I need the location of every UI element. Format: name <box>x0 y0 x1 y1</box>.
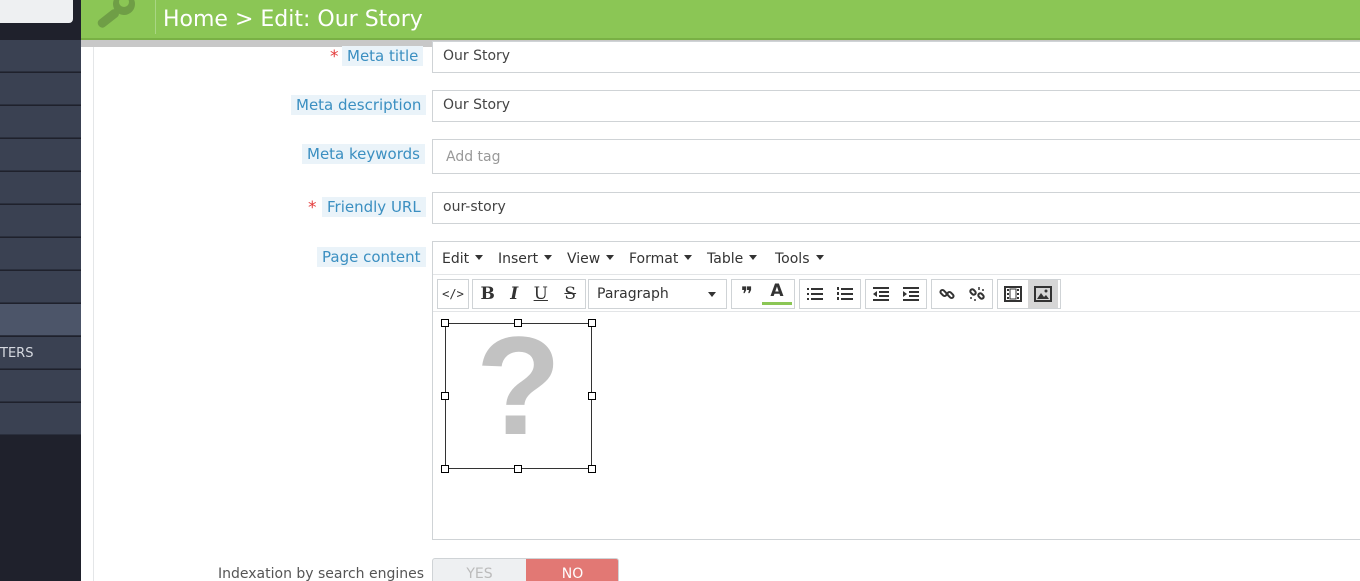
selected-image-placeholder[interactable]: ? <box>445 316 592 469</box>
breadcrumb: Home > Edit: Our Story <box>163 7 423 32</box>
menu-label: View <box>567 251 601 267</box>
menu-format[interactable]: Format <box>629 251 693 267</box>
sidebar-item[interactable] <box>0 238 81 270</box>
bold-icon[interactable]: B <box>473 280 502 308</box>
sidebar-item[interactable] <box>0 205 81 237</box>
resize-handle[interactable] <box>441 319 449 327</box>
sidebar-item[interactable] <box>0 403 81 435</box>
rich-text-editor: Edit Insert View Format Table Tools </> … <box>432 241 1360 540</box>
unlink-icon[interactable] <box>962 280 992 308</box>
missing-image-icon: ? <box>475 307 562 464</box>
meta-description-input[interactable]: Our Story <box>432 90 1360 122</box>
friendly-url-label: Friendly URL <box>322 197 426 217</box>
menu-view[interactable]: View <box>567 251 615 267</box>
sidebar: TERS <box>0 0 81 581</box>
format-select[interactable]: Paragraph <box>588 279 727 309</box>
strikethrough-icon[interactable]: S <box>556 280 585 308</box>
sidebar-item-filters[interactable]: TERS <box>0 337 81 369</box>
chevron-down-icon <box>708 292 716 297</box>
required-marker: * <box>330 47 339 67</box>
menu-label: Tools <box>775 251 810 267</box>
toolbar-group <box>799 279 861 309</box>
meta-title-input[interactable]: Our Story <box>432 41 1360 73</box>
link-icon[interactable] <box>932 280 962 308</box>
text-color-icon[interactable]: A <box>762 280 792 305</box>
chevron-down-icon <box>815 255 824 260</box>
toolbar-group: B I U S <box>472 279 586 309</box>
chevron-down-icon <box>749 255 758 260</box>
form-border <box>93 47 94 581</box>
editor-toolbar: </> B I U S Paragraph ❞ A <box>433 275 1360 312</box>
sidebar-item-label: TERS <box>0 346 34 361</box>
toolbar-group <box>997 279 1061 309</box>
indexation-label: Indexation by search engines <box>218 566 425 581</box>
menu-insert[interactable]: Insert <box>498 251 553 267</box>
editor-content-area[interactable]: ? <box>433 313 1360 540</box>
chevron-down-icon <box>684 255 693 260</box>
chevron-down-icon <box>606 255 615 260</box>
resize-handle[interactable] <box>441 392 449 400</box>
sidebar-item[interactable] <box>0 370 81 402</box>
sidebar-item-active[interactable] <box>0 304 81 336</box>
resize-handle[interactable] <box>588 465 596 473</box>
bullet-list-icon[interactable] <box>800 280 830 308</box>
format-select-value: Paragraph <box>597 286 669 302</box>
menu-label: Edit <box>442 251 470 267</box>
page-content-label: Page content <box>317 247 426 267</box>
editor-menubar: Edit Insert View Format Table Tools <box>433 242 1360 275</box>
resize-handle[interactable] <box>441 465 449 473</box>
indent-icon[interactable] <box>896 280 926 308</box>
sidebar-item[interactable] <box>0 106 81 138</box>
toolbar-group: ❞ A <box>731 279 795 309</box>
video-icon[interactable] <box>998 280 1028 308</box>
indexation-toggle[interactable]: YES NO <box>432 558 619 581</box>
resize-handle[interactable] <box>588 319 596 327</box>
numbered-list-icon[interactable] <box>830 280 860 308</box>
underline-icon[interactable]: U <box>526 280 555 308</box>
meta-keywords-label: Meta keywords <box>302 144 425 164</box>
meta-title-label: Meta title <box>342 46 424 66</box>
menu-label: Insert <box>498 251 539 267</box>
wrench-icon <box>97 0 135 28</box>
resize-handle[interactable] <box>514 465 522 473</box>
menu-label: Format <box>629 251 679 267</box>
sidebar-item[interactable] <box>0 172 81 204</box>
toolbar-group <box>865 279 927 309</box>
sidebar-item[interactable] <box>0 139 81 171</box>
toolbar-group <box>931 279 993 309</box>
sidebar-search-input[interactable] <box>0 0 73 23</box>
menu-tools[interactable]: Tools <box>775 251 824 267</box>
menu-table[interactable]: Table <box>707 251 758 267</box>
source-code-icon[interactable]: </> <box>438 280 468 308</box>
sidebar-item[interactable] <box>0 73 81 105</box>
blockquote-icon[interactable]: ❞ <box>732 280 762 308</box>
friendly-url-input[interactable]: our-story <box>432 192 1360 224</box>
meta-description-label: Meta description <box>291 95 427 115</box>
toolbar-group: </> <box>437 279 469 309</box>
chevron-down-icon <box>544 255 553 260</box>
required-marker: * <box>308 198 317 218</box>
image-icon[interactable] <box>1028 280 1058 308</box>
meta-keywords-tag-input[interactable]: Add tag <box>432 139 1360 174</box>
toggle-no-option[interactable]: NO <box>526 559 618 581</box>
sidebar-item[interactable] <box>0 271 81 303</box>
resize-handle[interactable] <box>588 392 596 400</box>
sidebar-item[interactable] <box>0 40 81 72</box>
menu-label: Table <box>707 251 744 267</box>
menu-edit[interactable]: Edit <box>442 251 484 267</box>
toggle-yes-option[interactable]: YES <box>433 559 526 581</box>
resize-handle[interactable] <box>514 319 522 327</box>
header-separator <box>155 0 156 34</box>
italic-icon[interactable]: I <box>502 280 526 308</box>
chevron-down-icon <box>475 255 484 260</box>
outdent-icon[interactable] <box>866 280 896 308</box>
